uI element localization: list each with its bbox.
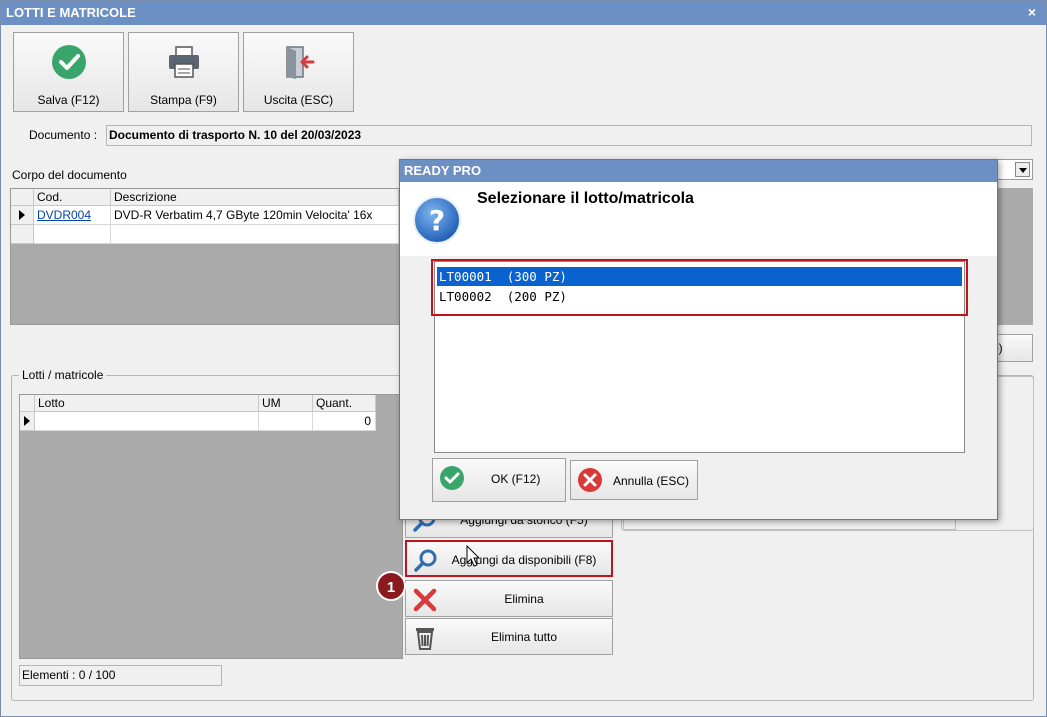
- body-grid-title: Corpo del documento: [12, 168, 127, 182]
- chevron-down-icon[interactable]: [1015, 162, 1030, 177]
- column-header-code[interactable]: Cod.: [34, 189, 111, 206]
- table-row-empty-cell[interactable]: [111, 225, 399, 244]
- add-from-available-button[interactable]: Aggiungi da disponibili (F8): [405, 540, 613, 577]
- delete-all-label: Elimina tutto: [490, 630, 558, 644]
- print-label: Stampa (F9): [150, 93, 217, 107]
- lots-row-um[interactable]: [259, 412, 313, 431]
- dialog-title: READY PRO: [400, 160, 997, 182]
- svg-text:?: ?: [429, 204, 445, 237]
- column-header-lotto[interactable]: Lotto: [35, 395, 259, 412]
- cancel-circle-icon: [578, 468, 602, 492]
- printer-icon: [169, 46, 199, 78]
- table-row-code-link[interactable]: DVDR004: [34, 206, 111, 225]
- window-title: LOTTI E MATRICOLE: [1, 1, 1046, 25]
- column-header-um[interactable]: UM: [259, 395, 313, 412]
- grid-corner: [20, 395, 35, 412]
- row-indicator-empty: [11, 225, 34, 244]
- mouse-pointer-icon: [466, 545, 481, 567]
- lots-row-quant[interactable]: 0: [313, 412, 376, 431]
- table-row-description[interactable]: DVD-R Verbatim 4,7 GByte 120min Velocita…: [111, 206, 399, 225]
- exit-label: Uscita (ESC): [263, 93, 334, 107]
- delete-label: Elimina: [504, 592, 544, 606]
- document-label: Documento :: [29, 128, 98, 142]
- table-row-empty-cell[interactable]: [34, 225, 111, 244]
- row-indicator: [11, 206, 34, 225]
- column-header-description[interactable]: Descrizione: [111, 189, 399, 206]
- exit-door-icon: [286, 46, 315, 79]
- ok-label: OK (F12): [491, 472, 541, 486]
- lots-row-lotto[interactable]: [35, 412, 259, 431]
- row-indicator: [20, 412, 35, 431]
- red-x-icon: [413, 588, 437, 612]
- cancel-button[interactable]: Annulla (ESC): [570, 460, 698, 500]
- check-circle-icon: [440, 466, 464, 490]
- current-row-arrow-icon: [24, 416, 30, 426]
- grid-corner: [11, 189, 34, 206]
- delete-button[interactable]: Elimina: [405, 580, 613, 617]
- lots-group-title: Lotti / matricole: [19, 368, 107, 382]
- current-row-arrow-icon: [19, 210, 25, 220]
- body-grid[interactable]: Cod. Descrizione DVDR004 DVD-R Verbatim …: [10, 188, 400, 325]
- callout-1: 1: [376, 571, 406, 601]
- check-circle-icon: [52, 45, 86, 79]
- delete-all-button[interactable]: Elimina tutto: [405, 618, 613, 655]
- close-icon[interactable]: ×: [1028, 4, 1036, 20]
- question-icon: ?: [413, 196, 461, 244]
- document-field: Documento di trasporto N. 10 del 20/03/2…: [106, 125, 1032, 146]
- ok-button[interactable]: OK (F12): [432, 458, 566, 502]
- lot-selection-dialog: READY PRO ? Selezionare il lotto/matrico…: [399, 159, 998, 520]
- trash-icon: [416, 628, 434, 650]
- lots-grid[interactable]: Lotto UM Quant. 0: [19, 394, 403, 659]
- column-header-quant[interactable]: Quant.: [313, 395, 376, 412]
- save-label: Salva (F12): [37, 93, 100, 107]
- exit-button[interactable]: Uscita (ESC): [243, 32, 354, 112]
- elements-count-status: Elementi : 0 / 100: [19, 665, 222, 686]
- right-panel: [998, 188, 1033, 325]
- highlight-frame-list: [431, 259, 968, 316]
- add-from-available-label: Aggiungi da disponibili (F8): [451, 553, 597, 567]
- dialog-message: Selezionare il lotto/matricola: [477, 190, 694, 207]
- print-button[interactable]: Stampa (F9): [128, 32, 239, 112]
- save-button[interactable]: Salva (F12): [13, 32, 124, 112]
- cancel-label: Annulla (ESC): [613, 474, 690, 488]
- magnifier-icon: [414, 549, 437, 572]
